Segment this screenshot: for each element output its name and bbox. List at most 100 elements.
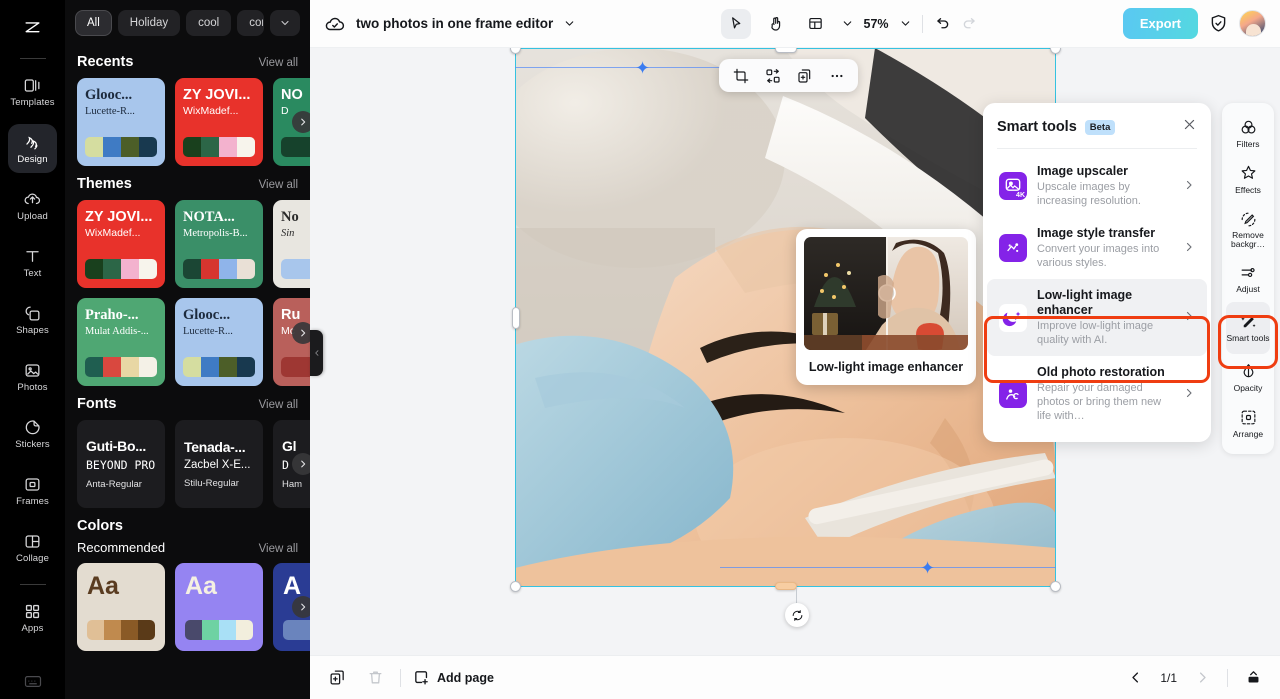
user-avatar[interactable] [1239, 10, 1266, 37]
smart-tool-low-light-image-enhancer[interactable]: Low-light image enhancer Improve low-lig… [987, 279, 1207, 356]
card-swatches [85, 259, 157, 279]
template-card[interactable]: Glooc... Lucette-R... [77, 78, 165, 166]
sidebar-item-apps[interactable]: Apps [8, 593, 57, 642]
replace-image-button[interactable] [759, 62, 786, 89]
template-card[interactable]: ZY JOVI... WixMadef... [175, 78, 263, 166]
tool-effects[interactable]: Effects [1226, 157, 1270, 202]
color-card[interactable]: Aa [77, 563, 165, 651]
select-tool-button[interactable] [720, 8, 751, 39]
rotate-handle[interactable] [785, 603, 809, 627]
card-title: Glooc... [183, 308, 231, 323]
sidebar-item-stickers[interactable]: Stickers [8, 409, 57, 458]
layout-dropdown-caret[interactable] [841, 17, 854, 30]
sidebar-label: Shapes [16, 324, 49, 336]
sidebar-label: Stickers [15, 438, 50, 450]
section-title: Colors [77, 518, 123, 534]
redo-button[interactable] [961, 15, 979, 33]
canvas-area[interactable]: ✦ ✦ Low-light image enhancer Smart tools… [310, 48, 1280, 655]
smart-tool-image-style-transfer[interactable]: Image style transfer Convert your images… [987, 217, 1207, 279]
sidebar-item-frames[interactable]: Frames [8, 466, 57, 515]
tool-adjust[interactable]: Adjust [1226, 256, 1270, 301]
smart-tool-body: Old photo restoration Repair your damage… [1037, 365, 1173, 423]
tool-filters[interactable]: Filters [1226, 111, 1270, 156]
chip-all[interactable]: All [75, 10, 112, 36]
expand-panel-button[interactable] [1240, 665, 1266, 691]
panel-collapse-handle[interactable] [310, 330, 323, 376]
add-page-button[interactable]: Add page [413, 669, 494, 686]
sidebar-item-text[interactable]: Text [8, 238, 57, 287]
tool-arrange[interactable]: Arrange [1226, 401, 1270, 446]
smart-tools-close-button[interactable] [1182, 117, 1197, 137]
chip-holiday[interactable]: Holiday [117, 10, 181, 36]
smart-tool-image-upscaler[interactable]: 4K Image upscaler Upscale images by incr… [987, 155, 1207, 217]
tool-smart-tools[interactable]: Smart tools [1226, 302, 1270, 354]
themes-section-header: Themes View all [65, 166, 310, 200]
tool-remove-background[interactable]: Remove backgr… [1226, 203, 1270, 255]
expand-panel-icon [1248, 671, 1258, 683]
colors-next-arrow[interactable] [292, 596, 310, 618]
chip-cool[interactable]: cool [186, 10, 232, 36]
smart-tool-name: Image style transfer [1037, 226, 1156, 240]
smart-tool-desc: Convert your images into various styles. [1037, 243, 1160, 269]
theme-card[interactable]: NOTA... Metropolis-B... [175, 200, 263, 288]
fonts-next-arrow[interactable] [292, 453, 310, 475]
font-card[interactable]: Tenada-... Zacbel X-E... Stilu-Regular [175, 420, 263, 508]
crop-button[interactable] [727, 62, 754, 89]
chip-concise[interactable]: concise [237, 10, 264, 36]
sidebar-item-design[interactable]: Design [8, 124, 57, 173]
recents-next-arrow[interactable] [292, 111, 310, 133]
layout-tool-button[interactable] [801, 9, 831, 39]
editor-main: two photos in one frame editor 57% Expor… [310, 0, 1280, 699]
sidebar-item-collage[interactable]: Collage [8, 523, 57, 572]
sidebar-item-shapes[interactable]: Shapes [8, 295, 57, 344]
smart-tool-name: Low-light image enhancer [1037, 288, 1133, 317]
color-card[interactable]: Aa [175, 563, 263, 651]
delete-page-button[interactable] [362, 665, 388, 691]
more-options-button[interactable] [823, 62, 850, 89]
sidebar-label: Design [17, 153, 48, 165]
smart-tool-old-photo-restoration[interactable]: Old photo restoration Repair your damage… [987, 356, 1207, 432]
sidebar-label: Photos [17, 381, 48, 393]
themes-view-all[interactable]: View all [259, 179, 298, 191]
font-card-sample: BEYOND PRO... [86, 458, 156, 472]
hand-tool-button[interactable] [761, 9, 791, 39]
colors-view-all[interactable]: View all [259, 543, 298, 555]
card-swatches [183, 137, 255, 157]
export-button[interactable]: Export [1122, 8, 1198, 39]
theme-card[interactable]: ZY JOVI... WixMadef... [77, 200, 165, 288]
sidebar-item-templates[interactable]: Templates [8, 67, 57, 116]
font-card[interactable]: Guti-Bo... BEYOND PRO... Anta-Regular [77, 420, 165, 508]
theme-card[interactable]: No Sin [273, 200, 310, 288]
title-dropdown-caret[interactable] [563, 17, 576, 30]
document-title[interactable]: two photos in one frame editor [356, 16, 553, 31]
tool-opacity[interactable]: Opacity [1226, 355, 1270, 400]
keyboard-shortcut-icon[interactable] [24, 675, 42, 693]
fonts-view-all[interactable]: View all [259, 399, 298, 411]
card-swatches [87, 620, 155, 640]
undo-button[interactable] [933, 15, 951, 33]
shield-check-icon[interactable] [1208, 13, 1229, 34]
recents-view-all[interactable]: View all [259, 57, 298, 69]
card-subtitle: WixMadef... [183, 105, 239, 117]
cloud-saved-icon[interactable] [324, 13, 346, 35]
next-page-button[interactable] [1189, 665, 1215, 691]
chevron-down-icon [281, 20, 289, 26]
smart-tools-header: Smart tools Beta [983, 117, 1211, 148]
sidebar-item-upload[interactable]: Upload [8, 181, 57, 230]
capcut-logo[interactable] [13, 8, 53, 48]
chevron-right-icon [301, 603, 306, 611]
duplicate-button[interactable] [791, 62, 818, 89]
card-swatches [281, 259, 310, 279]
smart-tool-name: Old photo restoration [1037, 365, 1165, 379]
duplicate-page-button[interactable] [324, 665, 350, 691]
card-title: Praho-... [85, 308, 139, 323]
sidebar-item-photos[interactable]: Photos [8, 352, 57, 401]
filters-icon [1241, 120, 1255, 134]
zoom-dropdown-caret[interactable] [899, 17, 912, 30]
themes-next-arrow[interactable] [292, 322, 310, 344]
theme-card[interactable]: Glooc... Lucette-R... [175, 298, 263, 386]
chip-more-button[interactable] [270, 10, 300, 36]
smart-tool-body: Low-light image enhancer Improve low-lig… [1037, 288, 1173, 347]
theme-card[interactable]: Praho-... Mulat Addis-... [77, 298, 165, 386]
prev-page-button[interactable] [1122, 665, 1148, 691]
